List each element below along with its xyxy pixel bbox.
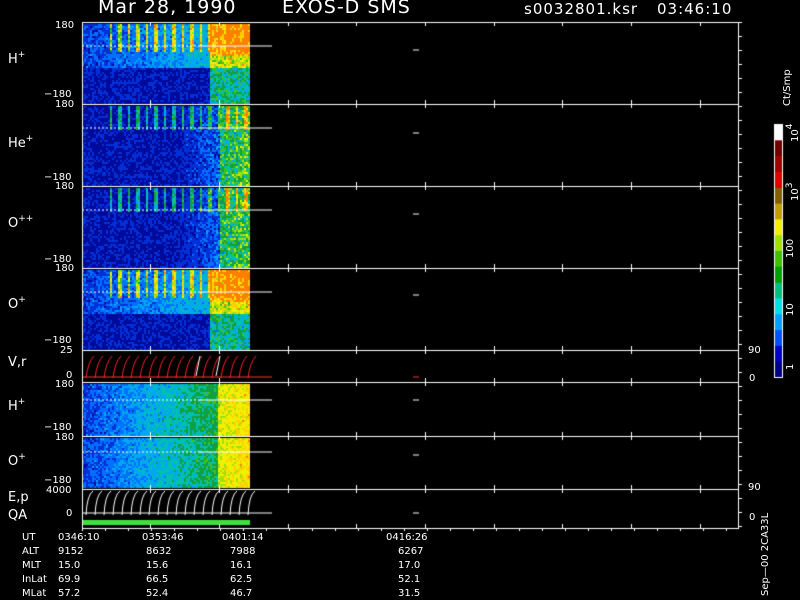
table-cell: 15.0 <box>58 560 81 571</box>
panel-label: O+ <box>8 295 26 312</box>
panel-label: E,p <box>8 490 29 505</box>
table-cell: 8632 <box>146 546 172 557</box>
right-tick-top: 90 <box>748 345 761 356</box>
y-tick-max: 180 <box>55 379 75 390</box>
table-row-label: InLat <box>22 574 47 585</box>
table-cell: 0346:10 <box>58 532 100 543</box>
y-tick-max: 180 <box>55 181 75 192</box>
y-tick-max: 180 <box>55 20 75 31</box>
panel-label-qa: QA <box>8 508 28 523</box>
table-cell: 52.1 <box>398 574 421 585</box>
table-cell: 17.0 <box>398 560 421 571</box>
y-tick-max: 180 <box>55 263 75 274</box>
y-tick-max: 4000 <box>46 485 72 496</box>
table-cell: 16.1 <box>230 560 253 571</box>
table-cell: 69.9 <box>58 574 81 585</box>
y-tick-max: 180 <box>55 432 75 443</box>
table-cell: 62.5 <box>230 574 253 585</box>
y-tick-max: 25 <box>60 345 73 356</box>
colorbar-tick: 104 <box>785 123 800 142</box>
colorbar-tick: 1 <box>785 363 796 370</box>
table-row-label: MLT <box>22 560 41 571</box>
colorbar-tick: 103 <box>785 182 800 201</box>
y-tick-max: 180 <box>55 99 75 110</box>
table-cell: 9152 <box>58 546 84 557</box>
table-cell: 46.7 <box>230 588 253 599</box>
table-row-label: MLat <box>22 588 47 599</box>
panel-label: H+ <box>8 50 26 67</box>
table-cell: 0401:14 <box>222 532 264 543</box>
table-row-label: ALT <box>22 546 40 557</box>
panel-label: O++ <box>8 214 34 231</box>
panel-label: H+ <box>8 397 26 414</box>
table-row-label: UT <box>22 532 36 543</box>
right-tick-bottom: 0 <box>749 512 756 523</box>
panel-label: O+ <box>8 452 26 469</box>
table-cell: 0353:46 <box>142 532 184 543</box>
right-tick-top: 90 <box>748 482 761 493</box>
table-cell: 15.6 <box>146 560 169 571</box>
side-label: Sep—00 2CA33L <box>760 512 771 596</box>
table-cell: 6267 <box>398 546 424 557</box>
colorbar-title: Ct/Smp <box>782 69 793 106</box>
plot-instrument: EXOS-D SMS <box>282 0 411 18</box>
panel-label: He+ <box>8 134 34 151</box>
plot-date: Mar 28, 1990 <box>98 0 237 18</box>
right-tick-bottom: 0 <box>749 373 756 384</box>
table-cell: 66.5 <box>146 574 169 585</box>
table-cell: 0416:26 <box>386 532 428 543</box>
colorbar-tick: 10 <box>785 303 796 316</box>
table-cell: 31.5 <box>398 588 421 599</box>
panel-label: V,r <box>8 355 27 370</box>
colorbar-tick: 100 <box>785 238 796 258</box>
table-cell: 7988 <box>230 546 256 557</box>
plot-file: s0032801.ksr <box>524 0 639 18</box>
spectrogram-canvas <box>0 0 800 600</box>
table-cell: 57.2 <box>58 588 81 599</box>
plot-time: 03:46:10 <box>657 0 733 18</box>
table-cell: 52.4 <box>146 588 169 599</box>
y-tick-min: 0 <box>66 508 73 519</box>
